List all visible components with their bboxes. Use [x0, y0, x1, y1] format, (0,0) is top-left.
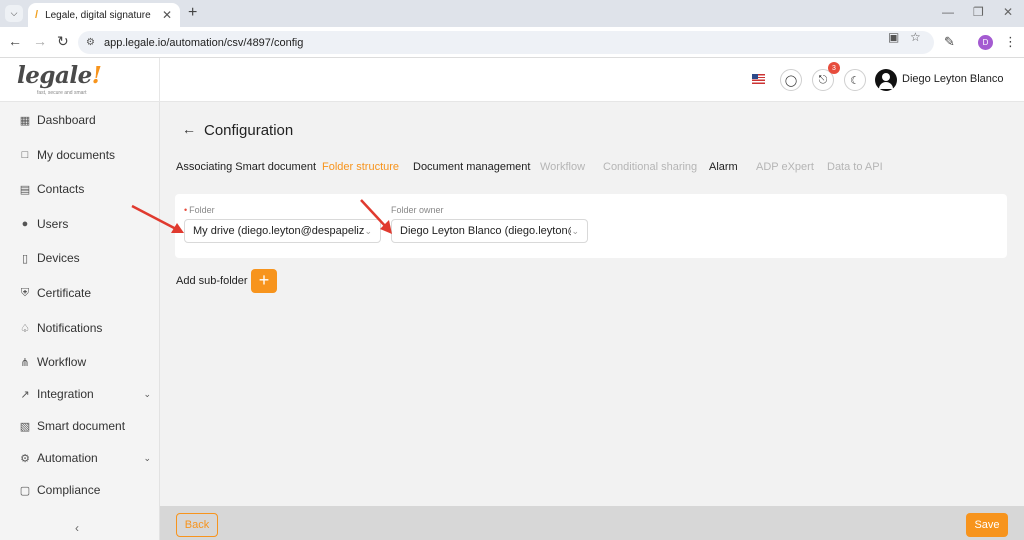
- folder-label: • Folder: [184, 205, 215, 215]
- logo-tagline: fast, secure and smart: [37, 90, 87, 96]
- sidebar-item-label: Notifications: [37, 321, 103, 335]
- back-button[interactable]: Back: [176, 513, 218, 537]
- sidebar-item-my-documents[interactable]: □ My documents: [19, 145, 151, 165]
- collapse-sidebar-icon[interactable]: ‹: [75, 521, 79, 535]
- legale-logo[interactable]: legale!: [17, 62, 102, 89]
- browser-menu-icon[interactable]: ⋮: [1004, 34, 1017, 50]
- folder-icon: □: [21, 149, 29, 161]
- favicon-icon: /: [35, 9, 39, 21]
- minimize-icon[interactable]: —: [942, 5, 954, 19]
- sidebar-item-workflow[interactable]: ⋔ Workflow: [19, 352, 151, 372]
- user-avatar[interactable]: [875, 69, 897, 91]
- tab-conditional-sharing: Conditional sharing: [603, 161, 698, 173]
- tab-associating-smart-document[interactable]: Associating Smart document: [176, 161, 316, 173]
- sidebar-item-certificate[interactable]: ⛨ Certificate: [19, 283, 151, 303]
- restore-icon[interactable]: ❐: [973, 5, 984, 19]
- site-info-icon[interactable]: ⚙: [86, 37, 95, 48]
- forward-nav-icon[interactable]: →: [33, 33, 47, 49]
- tab-data-to-api: Data to API: [827, 161, 883, 173]
- sidebar-item-label: Integration: [37, 387, 94, 401]
- sidebar-item-label: Contacts: [37, 182, 85, 196]
- folder-owner-label: Folder owner: [391, 205, 444, 215]
- tab-search-chevron-icon[interactable]: ⌵: [5, 5, 23, 22]
- sidebar-item-label: Devices: [37, 251, 80, 265]
- browser-tab[interactable]: / Legale, digital signature ✕: [28, 3, 180, 27]
- sidebar-item-contacts[interactable]: ▤ Contacts: [19, 179, 151, 199]
- sidebar-item-label: Dashboard: [37, 113, 96, 127]
- browser-toolbar: ← → ↻ ⚙ app.legale.io/automation/csv/489…: [0, 27, 1024, 58]
- sidebar-item-automation[interactable]: ⚙ Automation ⌄: [19, 448, 151, 468]
- folder-select-value: My drive (diego.leyton@despapeliza.i...: [193, 225, 365, 237]
- external-link-icon: ↗: [20, 388, 30, 401]
- folder-form-card: • Folder My drive (diego.leyton@despapeli…: [175, 194, 1007, 258]
- browser-profile-avatar[interactable]: D: [978, 35, 993, 50]
- browser-tab-title: Legale, digital signature: [45, 9, 151, 21]
- tab-document-management[interactable]: Document management: [413, 161, 530, 173]
- sidebar-item-devices[interactable]: ▯ Devices: [19, 248, 151, 268]
- bookmark-star-icon[interactable]: ☆: [910, 30, 921, 44]
- page-title: Configuration: [204, 122, 294, 139]
- save-button[interactable]: Save: [966, 513, 1008, 537]
- window-close-icon[interactable]: ✕: [1003, 5, 1013, 19]
- browser-tabstrip: ⌵ / Legale, digital signature ✕ + — ❐ ✕: [0, 0, 1024, 27]
- add-subfolder-button[interactable]: +: [251, 269, 277, 293]
- logo-text: legale: [17, 62, 92, 89]
- annotation-arrow-folder: [131, 204, 184, 233]
- workflow-icon: ⋔: [20, 356, 30, 369]
- sidebar-item-smart-document[interactable]: ▧ Smart document: [19, 416, 151, 436]
- back-nav-icon[interactable]: ←: [8, 33, 22, 49]
- back-arrow-icon[interactable]: ←: [182, 121, 196, 137]
- sidebar-item-label: Certificate: [37, 286, 92, 300]
- sidebar-item-label: Smart document: [37, 419, 126, 433]
- tab-workflow: Workflow: [540, 161, 586, 173]
- tab-alarm[interactable]: Alarm: [709, 161, 738, 173]
- sidebar-item-label: Workflow: [37, 355, 87, 369]
- folder-select[interactable]: My drive (diego.leyton@despapeliza.i... …: [184, 219, 381, 243]
- chevron-down-icon: ⌄: [571, 225, 579, 236]
- dashboard-icon: ▦: [19, 114, 31, 127]
- chat-icon: ▢: [19, 484, 31, 497]
- annotation-arrow-folder-owner: [360, 199, 392, 234]
- extensions-icon[interactable]: ✎: [944, 34, 955, 50]
- sidebar-item-dashboard[interactable]: ▦ Dashboard: [19, 110, 151, 130]
- sidebar-item-notifications[interactable]: ♤ Notifications: [19, 318, 151, 338]
- logo-area: legale! fast, secure and smart: [0, 58, 160, 102]
- contacts-icon: ▤: [19, 183, 31, 196]
- folder-owner-select-value: Diego Leyton Blanco (diego.leyton@...: [400, 225, 572, 237]
- address-bar[interactable]: ⚙ app.legale.io/automation/csv/4897/conf…: [78, 31, 934, 54]
- sidebar-item-label: Compliance: [37, 483, 101, 497]
- app-header: legale! fast, secure and smart ◯ ⎋ 3 ☾ D…: [0, 58, 1024, 102]
- chevron-down-icon: ⌄: [143, 388, 151, 399]
- reload-icon[interactable]: ↻: [57, 33, 69, 50]
- bell-icon: ♤: [20, 322, 30, 335]
- automation-icon: ⚙: [20, 452, 30, 465]
- device-icon: ▯: [21, 252, 29, 265]
- sidebar: ▦ Dashboard □ My documents ▤ Contacts ● …: [0, 102, 160, 540]
- logo-mark: !: [91, 62, 102, 89]
- folder-label-text: Folder: [189, 205, 215, 215]
- sidebar-item-label: My documents: [37, 148, 116, 162]
- tab-folder-structure[interactable]: Folder structure: [322, 161, 399, 173]
- main-content: ← Configuration Associating Smart docume…: [160, 102, 1024, 506]
- theme-moon-icon[interactable]: ☾: [844, 69, 866, 91]
- support-headset-icon[interactable]: ◯: [780, 69, 802, 91]
- us-flag-icon[interactable]: [752, 74, 765, 84]
- shield-icon: ⛨: [20, 286, 30, 299]
- sidebar-item-label: Automation: [37, 451, 98, 465]
- chevron-down-icon: ⌄: [143, 452, 151, 463]
- table-icon: ▧: [19, 420, 31, 433]
- cast-icon[interactable]: ▣: [888, 30, 899, 44]
- notification-badge: 3: [828, 62, 840, 74]
- user-name[interactable]: Diego Leyton Blanco: [902, 73, 1004, 85]
- folder-owner-select[interactable]: Diego Leyton Blanco (diego.leyton@... ⌄: [391, 219, 588, 243]
- url-text[interactable]: app.legale.io/automation/csv/4897/config: [104, 37, 303, 49]
- footer-bar: Back Save: [160, 506, 1024, 540]
- sidebar-item-integration[interactable]: ↗ Integration ⌄: [19, 384, 151, 404]
- user-icon: ●: [21, 218, 29, 230]
- tab-adp-expert: ADP eXpert: [756, 161, 814, 173]
- sidebar-item-compliance[interactable]: ▢ Compliance: [19, 480, 151, 500]
- close-tab-icon[interactable]: ✕: [162, 8, 172, 22]
- add-subfolder-label: Add sub-folder: [176, 275, 248, 287]
- new-tab-icon[interactable]: +: [188, 4, 197, 22]
